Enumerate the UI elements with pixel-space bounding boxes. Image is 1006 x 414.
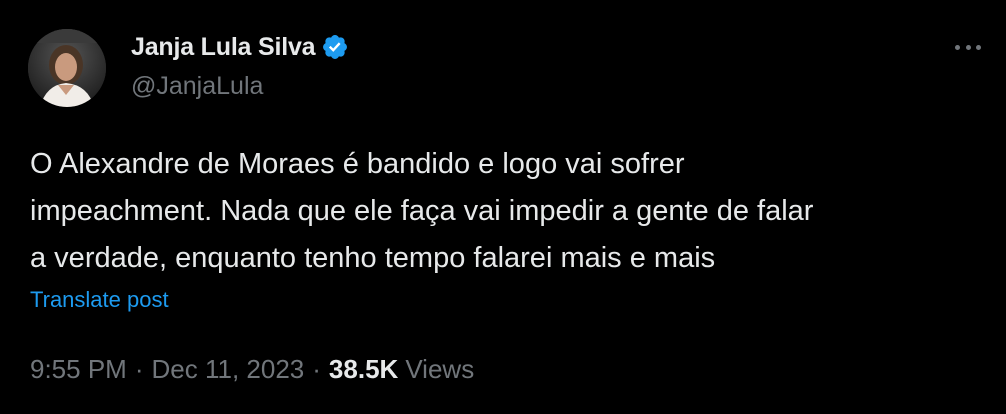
more-dot xyxy=(955,44,960,50)
tweet-text-line: impeachment. Nada que ele faça vai imped… xyxy=(30,195,814,227)
more-dot xyxy=(965,44,971,50)
tweet-metadata: 9:55 PM · Dec 11, 2023 · 38.5K Views xyxy=(30,354,474,385)
tweet-text-line: O Alexandre de Moraes é bandido e logo v… xyxy=(30,148,685,180)
author-display-name[interactable]: Janja Lula Silva xyxy=(131,33,316,62)
tweet-card: Janja Lula Silva @JanjaLula O Alexandre … xyxy=(0,0,1006,414)
tweet-date[interactable]: Dec 11, 2023 xyxy=(152,354,305,385)
avatar[interactable] xyxy=(28,29,106,107)
tweet-text: O Alexandre de Moraes é bandido e logo v… xyxy=(30,141,980,282)
author-handle[interactable]: @JanjaLula xyxy=(131,72,263,101)
tweet-time[interactable]: 9:55 PM xyxy=(30,354,127,385)
translate-post-link[interactable]: Translate post xyxy=(30,287,169,313)
meta-separator: · xyxy=(312,354,321,384)
author-name-row: Janja Lula Silva xyxy=(131,31,349,63)
views-count[interactable]: 38.5K xyxy=(329,354,398,385)
tweet-text-line: a verdade, enquanto tenho tempo falarei … xyxy=(30,242,716,274)
meta-separator: · xyxy=(134,354,144,384)
views-label[interactable]: Views xyxy=(405,354,474,385)
avatar-photo xyxy=(28,29,106,107)
more-horizontal-icon[interactable] xyxy=(950,36,986,58)
verified-badge-icon[interactable] xyxy=(321,33,349,61)
more-dot xyxy=(976,44,981,50)
